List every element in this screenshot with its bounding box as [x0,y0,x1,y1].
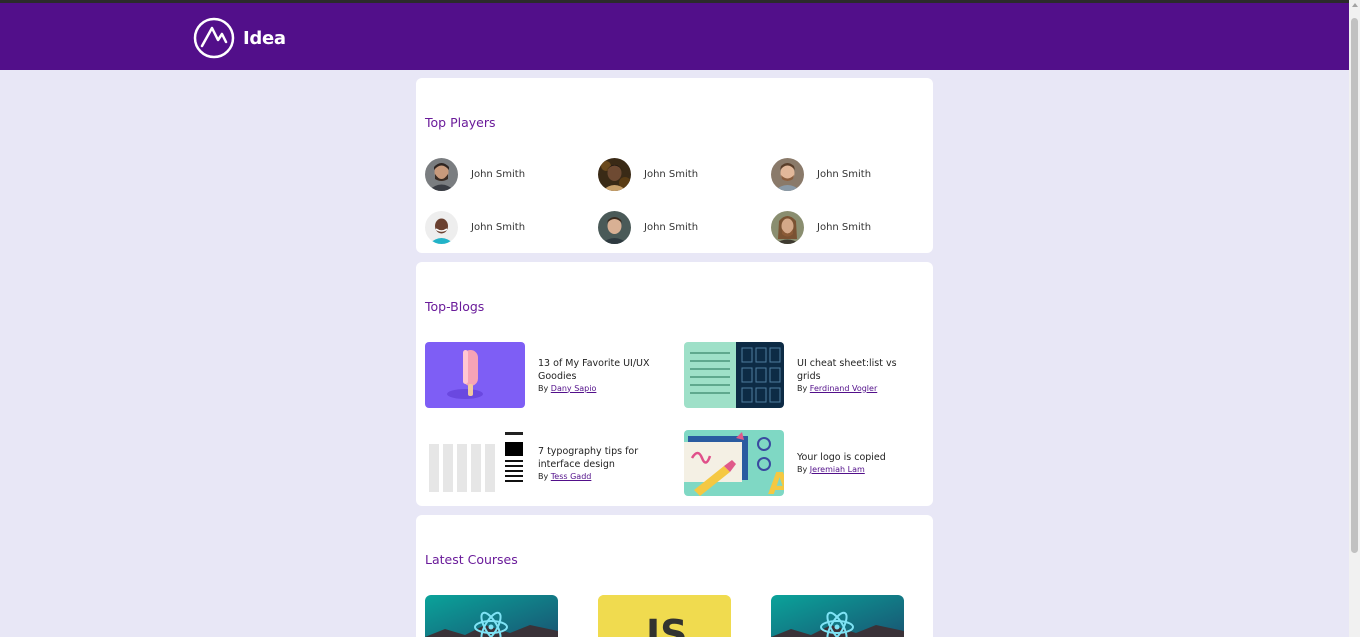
app-logo[interactable]: Idea [193,17,286,59]
player-item[interactable]: John Smith [425,211,525,244]
avatar-icon [771,211,804,244]
react-icon [425,595,558,637]
blog-author-link[interactable]: Dany Sapio [551,384,597,393]
player-name: John Smith [471,169,526,180]
player-item[interactable]: John Smith [598,211,698,244]
svg-text:A: A [768,467,784,496]
player-name: John Smith [817,169,872,180]
blog-author-link[interactable]: Ferdinand Vogler [810,384,877,393]
blog-by-label: By [538,383,549,393]
player-item[interactable]: John Smith [771,158,871,191]
blog-by-label: By [538,471,549,481]
scrollbar-thumb[interactable] [1351,18,1358,553]
avatar-icon [598,211,631,244]
popsicle-thumbnail [425,342,525,408]
typography-thumbnail [425,430,525,496]
player-name: John Smith [817,222,872,233]
blog-author-link[interactable]: Jeremiah Lam [810,465,865,474]
app-name: Idea [243,27,286,49]
top-blogs-title: Top-Blogs [425,299,485,314]
course-card[interactable]: JS [598,595,731,637]
react-icon [771,595,904,637]
top-players-title: Top Players [425,115,496,130]
javascript-icon: JS [598,595,731,637]
blog-item[interactable]: 13 of My Favorite UI/UX Goodies By Dany … [425,342,660,408]
list-vs-grid-thumbnail [684,342,784,408]
blog-item[interactable]: 7 typography tips for interface design B… [425,430,660,496]
scroll-up-icon[interactable] [1352,3,1358,7]
avatar-icon [425,158,458,191]
course-card[interactable] [425,595,558,637]
player-name: John Smith [471,222,526,233]
top-players-card: Top Players John Smith John Smith John S… [416,78,933,253]
latest-courses-title: Latest Courses [425,552,518,567]
blog-author-link[interactable]: Tess Gadd [551,472,592,481]
latest-courses-card: Latest Courses JS [416,515,933,637]
player-item[interactable]: John Smith [425,158,525,191]
top-blogs-card: Top-Blogs 13 of My Favorite UI/UX Goodie… [416,262,933,506]
blog-item[interactable]: UI cheat sheet:list vs grids By Ferdinan… [684,342,919,408]
avatar-icon [771,158,804,191]
avatar-icon [425,211,458,244]
player-name: John Smith [644,169,699,180]
player-item[interactable]: John Smith [771,211,871,244]
app-header: Idea [0,3,1349,70]
player-name: John Smith [644,222,699,233]
logo-icon [193,17,235,59]
player-item[interactable]: John Smith [598,158,698,191]
javascript-label: JS [643,612,688,637]
blog-title: UI cheat sheet:list vs grids [797,357,897,382]
blog-title: Your logo is copied [797,452,886,463]
blog-by-label: By [797,383,808,393]
logo-copied-thumbnail: A [684,430,784,496]
blog-title: 7 typography tips for interface design [538,445,639,470]
blog-title: 13 of My Favorite UI/UX Goodies [538,357,650,382]
avatar-icon [598,158,631,191]
course-card[interactable] [771,595,904,637]
blog-by-label: By [797,465,808,474]
vertical-scrollbar[interactable] [1349,0,1360,637]
blog-item[interactable]: A Your logo is copied By Jeremiah Lam [684,430,919,496]
